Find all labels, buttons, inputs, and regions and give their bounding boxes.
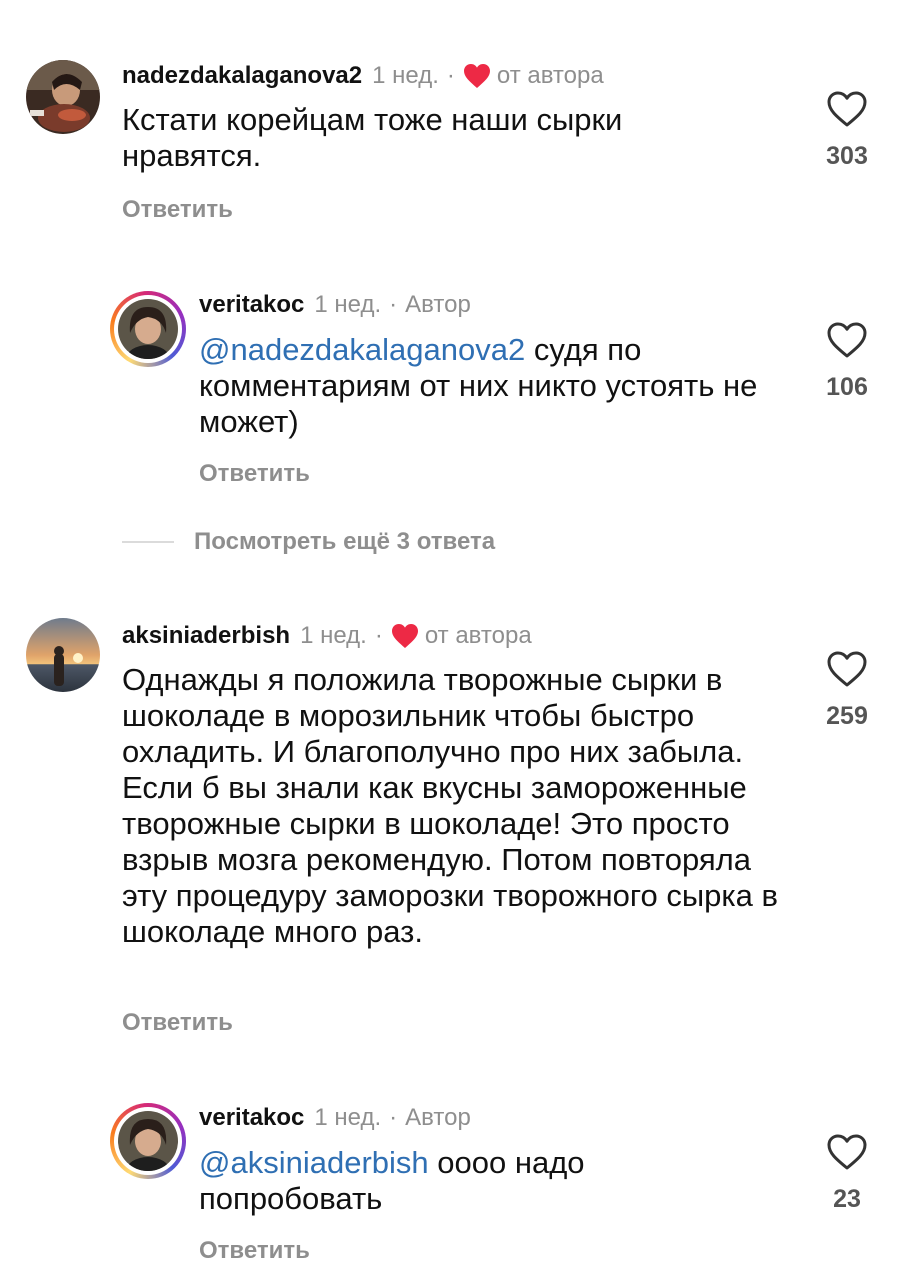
like-button[interactable]: 23 [807, 1133, 887, 1214]
username[interactable]: aksiniaderbish [122, 621, 290, 651]
timestamp: 1 нед. [314, 291, 382, 318]
like-button[interactable]: 259 [807, 650, 887, 731]
comment-text: @nadezdakalaganova2 судя по комментариям… [199, 332, 769, 440]
reply-button[interactable]: Ответить [199, 460, 310, 488]
separator: · [389, 291, 398, 318]
reply-button[interactable]: Ответить [199, 1237, 310, 1265]
separator: · [446, 62, 455, 89]
heart-filled-icon [391, 624, 418, 648]
like-button[interactable]: 106 [807, 321, 887, 402]
separator: · [374, 622, 383, 649]
mention-link[interactable]: @aksiniaderbish [199, 1145, 429, 1180]
comment-text: @aksiniaderbish оооо надо попробовать [199, 1145, 669, 1217]
avatar-photo-icon [118, 299, 178, 359]
liked-by-author-label: от автора [424, 622, 532, 649]
avatar[interactable] [26, 60, 100, 134]
like-count: 23 [833, 1185, 861, 1213]
timestamp: 1 нед. [372, 62, 439, 89]
like-count: 106 [826, 373, 868, 401]
comment-body: Кстати корейцам тоже наши сырки нравятся… [122, 102, 623, 173]
divider-line [122, 541, 174, 543]
heart-filled-icon [463, 64, 490, 88]
comments-screen: nadezdakalaganova2 1 нед. · от автора Кс… [0, 0, 910, 1280]
avatar-photo-icon [118, 1111, 178, 1171]
like-button[interactable]: 303 [807, 90, 887, 171]
avatar-story-ring[interactable] [110, 291, 186, 367]
heart-outline-icon [827, 91, 867, 127]
view-more-replies-button[interactable]: Посмотреть ещё 3 ответа [122, 528, 495, 556]
reply-button[interactable]: Ответить [122, 196, 233, 224]
avatar-photo-icon [26, 60, 100, 134]
username[interactable]: veritakoc [199, 290, 304, 320]
mention-link[interactable]: @nadezdakalaganova2 [199, 332, 525, 367]
timestamp: 1 нед. [314, 1104, 382, 1131]
separator: · [389, 1104, 398, 1131]
timestamp: 1 нед. [300, 622, 367, 649]
liked-by-author-label: от автора [496, 62, 604, 89]
heart-outline-icon [827, 322, 867, 358]
comment-body: Однажды я положила творожные сырки в шок… [122, 662, 778, 949]
reply-button[interactable]: Ответить [122, 1009, 233, 1037]
username[interactable]: nadezdakalaganova2 [122, 61, 362, 91]
author-badge: Автор [405, 1104, 471, 1131]
like-count: 303 [826, 142, 868, 170]
avatar-photo-icon [26, 618, 100, 692]
avatar[interactable] [26, 618, 100, 692]
comment-text: Однажды я положила творожные сырки в шок… [122, 662, 787, 950]
comment-text: Кстати корейцам тоже наши сырки нравятся… [122, 102, 682, 174]
heart-outline-icon [827, 1134, 867, 1170]
avatar-story-ring[interactable] [110, 1103, 186, 1179]
author-badge: Автор [405, 291, 471, 318]
view-more-replies-label: Посмотреть ещё 3 ответа [194, 528, 496, 555]
like-count: 259 [826, 702, 868, 730]
heart-outline-icon [827, 651, 867, 687]
username[interactable]: veritakoc [199, 1103, 304, 1133]
